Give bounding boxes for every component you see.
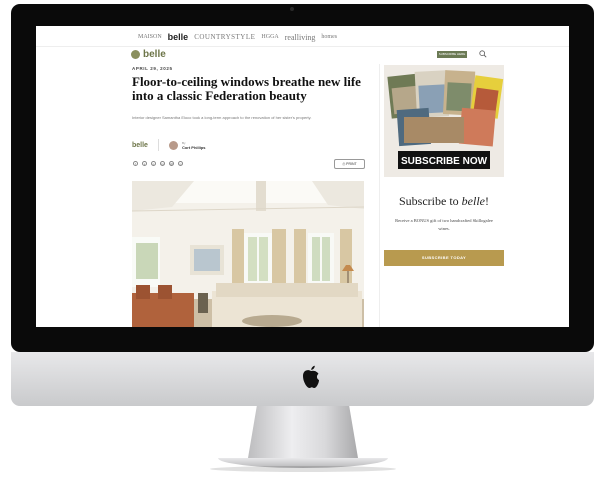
facebook-icon[interactable]: f (133, 161, 138, 166)
ad-title-brand: belle (461, 194, 485, 208)
brand-link-belle[interactable]: belle (168, 32, 189, 42)
logo-mark-icon (131, 50, 140, 59)
pinterest-icon[interactable]: p (151, 161, 156, 166)
share-bar: f x p in @ ∞ (133, 161, 183, 166)
brand-list: MAISON belle COUNTRYSTYLE HGGA reallivin… (138, 32, 337, 42)
print-button[interactable]: ⎙ PRINT (334, 159, 365, 169)
article-headline: Floor-to-ceiling windows breathe new lif… (132, 74, 361, 103)
print-label: PRINT (346, 162, 357, 166)
browser-screen: MAISON belle COUNTRYSTYLE HGGA reallivin… (36, 26, 569, 327)
subscribe-here-button[interactable]: SUBSCRIBE HERE (437, 51, 467, 58)
site-logo[interactable]: belle (131, 49, 166, 60)
column-divider (379, 64, 380, 327)
logo-text: belle (143, 49, 166, 60)
article-dek: Interior designer Samantha Eloco took a … (132, 115, 312, 120)
author-avatar (168, 140, 178, 150)
search-icon[interactable] (479, 50, 487, 58)
stand-shadow (210, 466, 396, 472)
email-icon[interactable]: @ (169, 161, 174, 166)
ad-body: Receive a BONUS gift of two handcrafted … (395, 218, 493, 231)
brand-link-hgga[interactable]: HGGA (261, 34, 278, 40)
ad-title-prefix: Subscribe to (399, 194, 462, 208)
brand-link-maison[interactable]: MAISON (138, 34, 162, 40)
ad-title-suffix: ! (485, 194, 489, 208)
article-date: APRIL 29, 2025 (132, 66, 173, 71)
linkedin-icon[interactable]: in (160, 161, 165, 166)
hero-image (132, 181, 364, 327)
ad-banner-text: SUBSCRIBE NOW (401, 156, 488, 167)
author-name[interactable]: Cort Phillips (182, 145, 206, 150)
subscribe-today-button[interactable]: SUBSCRIBE TODAY (384, 250, 504, 266)
author-row: belle By Cort Phillips (132, 138, 206, 152)
ad-title: Subscribe to belle! (384, 194, 504, 209)
apple-logo-icon (303, 365, 319, 388)
monitor-stand-neck (248, 406, 358, 458)
subscribe-ad-banner[interactable]: SUBSCRIBE NOW (384, 65, 504, 177)
brand-mark: belle (132, 141, 148, 149)
x-icon[interactable]: x (142, 161, 147, 166)
brand-link-realliving[interactable]: realliving (285, 33, 316, 42)
brand-nav-bar: MAISON belle COUNTRYSTYLE HGGA reallivin… (36, 26, 569, 47)
brand-link-homes[interactable]: homes (321, 34, 337, 40)
divider (157, 139, 159, 151)
brand-link-countrystyle[interactable]: COUNTRYSTYLE (194, 33, 255, 41)
webcam (290, 7, 294, 11)
link-icon[interactable]: ∞ (178, 161, 183, 166)
author-info: By Cort Phillips (182, 141, 206, 150)
